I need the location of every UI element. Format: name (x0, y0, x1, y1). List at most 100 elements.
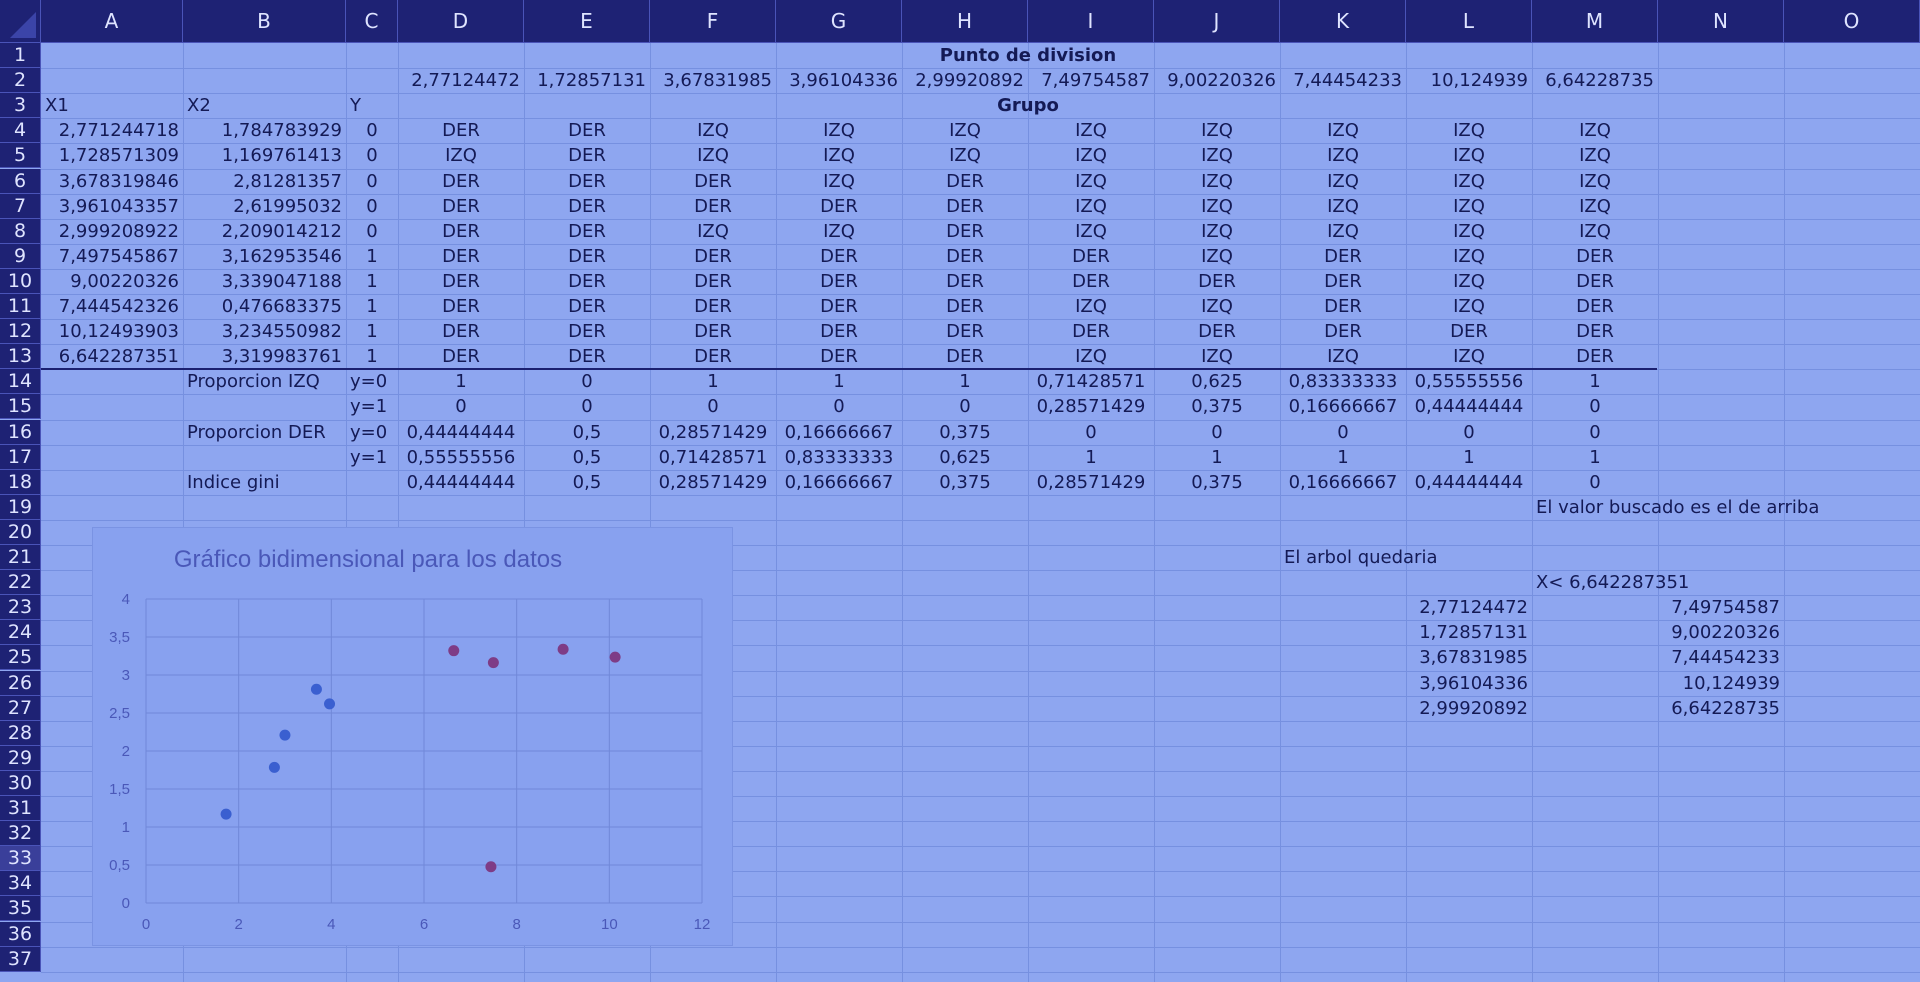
row-header-33[interactable]: 33 (0, 846, 41, 872)
cell-e18[interactable]: 0,5 (524, 470, 650, 495)
cell-c10[interactable]: 1 (346, 269, 398, 294)
cell-c8[interactable]: 0 (346, 219, 398, 244)
cell-e17[interactable]: 0,5 (524, 445, 650, 470)
column-header-k[interactable]: K (1280, 0, 1406, 43)
column-header-o[interactable]: O (1784, 0, 1920, 43)
cell-k14[interactable]: 0,83333333 (1280, 369, 1406, 394)
cell-f7[interactable]: DER (650, 194, 776, 219)
cell-l12[interactable]: DER (1406, 319, 1532, 344)
cell-h14[interactable]: 1 (902, 369, 1028, 394)
cell-i10[interactable]: DER (1028, 269, 1154, 294)
cell-c11[interactable]: 1 (346, 294, 398, 319)
cell-f5[interactable]: IZQ (650, 143, 776, 168)
cell-a10[interactable]: 9,00220326 (41, 269, 183, 294)
row-header-14[interactable]: 14 (0, 369, 41, 395)
cell-d17[interactable]: 0,55555556 (398, 445, 524, 470)
cell-e4[interactable]: DER (524, 118, 650, 143)
cell-l16[interactable]: 0 (1406, 420, 1532, 445)
cell-d10[interactable]: DER (398, 269, 524, 294)
cell-c14[interactable]: y=0 (346, 369, 398, 394)
cell-c9[interactable]: 1 (346, 244, 398, 269)
cell-k8[interactable]: IZQ (1280, 219, 1406, 244)
cell-j15[interactable]: 0,375 (1154, 394, 1280, 419)
row-header-34[interactable]: 34 (0, 871, 41, 897)
cell-a4[interactable]: 2,771244718 (41, 118, 183, 143)
cell-e11[interactable]: DER (524, 294, 650, 319)
cell-l26[interactable]: 3,96104336 (1406, 671, 1532, 696)
cell-d11[interactable]: DER (398, 294, 524, 319)
cell-l10[interactable]: IZQ (1406, 269, 1532, 294)
cell-f6[interactable]: DER (650, 169, 776, 194)
cell-i16[interactable]: 0 (1028, 420, 1154, 445)
cell-g4[interactable]: IZQ (776, 118, 902, 143)
cell-h7[interactable]: DER (902, 194, 1028, 219)
cell-f8[interactable]: IZQ (650, 219, 776, 244)
cell-n23[interactable]: 7,49754587 (1658, 595, 1784, 620)
cell-b4[interactable]: 1,784783929 (183, 118, 346, 143)
scatter-chart[interactable]: Gráfico bidimensional para los datos 0 0,… (92, 527, 733, 946)
cell-k10[interactable]: DER (1280, 269, 1406, 294)
cell-g12[interactable]: DER (776, 319, 902, 344)
cell-a7[interactable]: 3,961043357 (41, 194, 183, 219)
row-header-11[interactable]: 11 (0, 294, 41, 320)
cell-f9[interactable]: DER (650, 244, 776, 269)
cell-l9[interactable]: IZQ (1406, 244, 1532, 269)
row-header-36[interactable]: 36 (0, 921, 41, 947)
cell-f4[interactable]: IZQ (650, 118, 776, 143)
row-header-5[interactable]: 5 (0, 143, 41, 169)
cell-j6[interactable]: IZQ (1154, 169, 1280, 194)
cell-m5[interactable]: IZQ (1532, 143, 1658, 168)
row-header-9[interactable]: 9 (0, 243, 41, 269)
cell-f16[interactable]: 0,28571429 (650, 420, 776, 445)
cell-n24[interactable]: 9,00220326 (1658, 620, 1784, 645)
cell-f12[interactable]: DER (650, 319, 776, 344)
row-header-27[interactable]: 27 (0, 695, 41, 721)
cell-i17[interactable]: 1 (1028, 445, 1154, 470)
row-header-21[interactable]: 21 (0, 545, 41, 571)
row-header-22[interactable]: 22 (0, 570, 41, 596)
cell-j11[interactable]: IZQ (1154, 294, 1280, 319)
column-header-h[interactable]: H (902, 0, 1028, 43)
cell-k9[interactable]: DER (1280, 244, 1406, 269)
cell-h9[interactable]: DER (902, 244, 1028, 269)
cell-b9[interactable]: 3,162953546 (183, 244, 346, 269)
cell-m17[interactable]: 1 (1532, 445, 1658, 470)
cell-d13[interactable]: DER (398, 344, 524, 369)
cell-c4[interactable]: 0 (346, 118, 398, 143)
cell-i7[interactable]: IZQ (1028, 194, 1154, 219)
cell-f10[interactable]: DER (650, 269, 776, 294)
row-header-2[interactable]: 2 (0, 68, 41, 94)
cell-e8[interactable]: DER (524, 219, 650, 244)
cell-n25[interactable]: 7,44454233 (1658, 645, 1784, 670)
row-header-12[interactable]: 12 (0, 319, 41, 345)
row-header-16[interactable]: 16 (0, 419, 41, 445)
cell-f18[interactable]: 0,28571429 (650, 470, 776, 495)
cell-i11[interactable]: IZQ (1028, 294, 1154, 319)
row-header-30[interactable]: 30 (0, 770, 41, 796)
row-header-7[interactable]: 7 (0, 193, 41, 219)
cell-g11[interactable]: DER (776, 294, 902, 319)
cell-c16[interactable]: y=0 (346, 420, 398, 445)
cell-l13[interactable]: IZQ (1406, 344, 1532, 369)
cell-e5[interactable]: DER (524, 143, 650, 168)
cell-b18[interactable]: Indice gini (183, 470, 346, 495)
cell-m8[interactable]: IZQ (1532, 219, 1658, 244)
cell-g6[interactable]: IZQ (776, 169, 902, 194)
row-header-37[interactable]: 37 (0, 946, 41, 972)
cell-c17[interactable]: y=1 (346, 445, 398, 470)
column-header-b[interactable]: B (183, 0, 346, 43)
cell-h8[interactable]: DER (902, 219, 1028, 244)
cell-m12[interactable]: DER (1532, 319, 1658, 344)
cell-g14[interactable]: 1 (776, 369, 902, 394)
cell-a3[interactable]: X1 (41, 93, 183, 118)
row-header-31[interactable]: 31 (0, 796, 41, 822)
cell-d3[interactable]: Grupo (398, 93, 1658, 118)
cell-d15[interactable]: 0 (398, 394, 524, 419)
cell-b12[interactable]: 3,234550982 (183, 319, 346, 344)
cell-f11[interactable]: DER (650, 294, 776, 319)
cell-j17[interactable]: 1 (1154, 445, 1280, 470)
cell-d12[interactable]: DER (398, 319, 524, 344)
cell-g2[interactable]: 3,96104336 (776, 68, 902, 93)
cell-b7[interactable]: 2,61995032 (183, 194, 346, 219)
cell-b6[interactable]: 2,81281357 (183, 169, 346, 194)
